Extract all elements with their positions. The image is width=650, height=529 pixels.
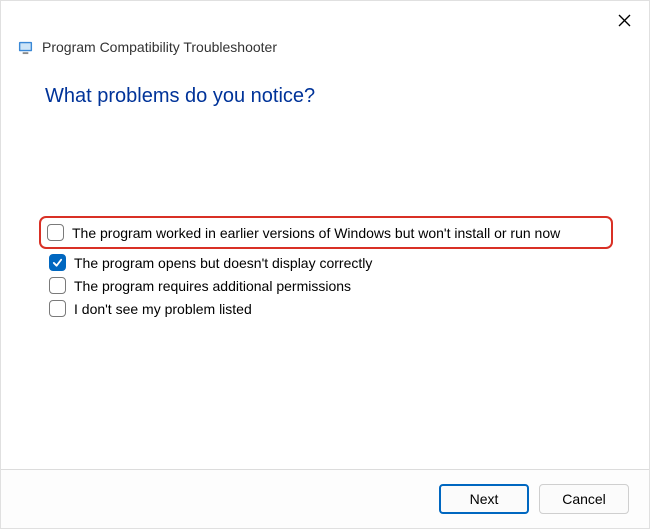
question-heading: What problems do you notice? [45, 85, 605, 108]
troubleshooter-icon [18, 40, 33, 55]
dialog-content: What problems do you notice? The program… [1, 55, 649, 469]
dialog-header: Program Compatibility Troubleshooter [1, 1, 649, 55]
close-icon [618, 14, 631, 27]
option-label: The program worked in earlier versions o… [72, 225, 560, 241]
next-button[interactable]: Next [439, 484, 529, 514]
option-not-listed[interactable]: I don't see my problem listed [45, 297, 605, 320]
checkmark-icon [52, 257, 63, 268]
checkbox-display-incorrect[interactable] [49, 254, 66, 271]
dialog-title: Program Compatibility Troubleshooter [42, 39, 277, 55]
dialog-footer: Next Cancel [1, 469, 649, 528]
option-display-incorrect[interactable]: The program opens but doesn't display co… [45, 251, 605, 274]
troubleshooter-dialog: Program Compatibility Troubleshooter Wha… [0, 0, 650, 529]
checkbox-earlier-versions[interactable] [47, 224, 64, 241]
option-label: The program requires additional permissi… [74, 278, 351, 294]
option-earlier-versions[interactable]: The program worked in earlier versions o… [39, 216, 613, 249]
cancel-button[interactable]: Cancel [539, 484, 629, 514]
option-permissions[interactable]: The program requires additional permissi… [45, 274, 605, 297]
option-label: I don't see my problem listed [74, 301, 252, 317]
option-label: The program opens but doesn't display co… [74, 255, 372, 271]
checkbox-permissions[interactable] [49, 277, 66, 294]
checkbox-not-listed[interactable] [49, 300, 66, 317]
options-group: The program worked in earlier versions o… [45, 216, 605, 320]
close-button[interactable] [614, 10, 634, 30]
